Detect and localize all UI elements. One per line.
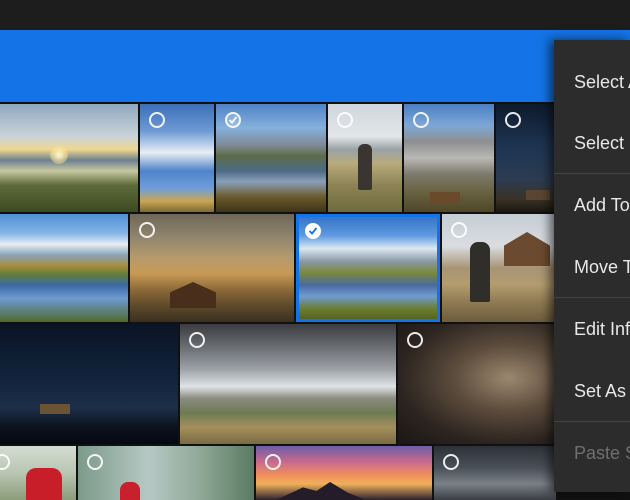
- photo-thumbnail[interactable]: [296, 214, 440, 322]
- photo-thumbnail[interactable]: [140, 104, 214, 212]
- menu-item-move-to[interactable]: Move T: [574, 257, 630, 278]
- menu-divider: [554, 297, 630, 298]
- menu-item-paste-settings: Paste S: [574, 443, 630, 463]
- photo-thumbnail[interactable]: [0, 446, 76, 500]
- photo-thumbnail[interactable]: [442, 214, 556, 322]
- photo-thumbnail[interactable]: [78, 446, 254, 500]
- photo-thumbnail[interactable]: [0, 324, 178, 444]
- select-circle-icon[interactable]: [413, 112, 429, 128]
- select-circle-icon[interactable]: [149, 112, 165, 128]
- photo-thumbnail[interactable]: [398, 324, 556, 444]
- select-circle-icon[interactable]: [451, 222, 467, 238]
- top-toolbar: [0, 0, 630, 30]
- menu-item-set-as[interactable]: Set As: [574, 381, 626, 402]
- select-circle-icon[interactable]: [189, 332, 205, 348]
- menu-item-select-inverse[interactable]: Select I: [574, 133, 630, 154]
- checked-circle-icon[interactable]: [305, 223, 321, 239]
- select-circle-icon[interactable]: [87, 454, 103, 470]
- menu-item-select-all[interactable]: Select A: [574, 72, 630, 93]
- photo-thumbnail[interactable]: [130, 214, 294, 322]
- select-circle-icon[interactable]: [443, 454, 459, 470]
- select-circle-icon[interactable]: [407, 332, 423, 348]
- select-circle-icon[interactable]: [505, 112, 521, 128]
- photo-thumbnail[interactable]: [0, 214, 128, 322]
- select-circle-icon[interactable]: [139, 222, 155, 238]
- menu-item-edit-info[interactable]: Edit Inf: [574, 319, 630, 340]
- photo-thumbnail[interactable]: [0, 104, 138, 212]
- photo-thumbnail[interactable]: [256, 446, 432, 500]
- menu-divider: [554, 421, 630, 422]
- photo-thumbnail[interactable]: [496, 104, 556, 212]
- select-circle-icon[interactable]: [265, 454, 281, 470]
- photo-thumbnail[interactable]: [216, 104, 326, 212]
- select-circle-icon[interactable]: [337, 112, 353, 128]
- photo-thumbnail[interactable]: [180, 324, 396, 444]
- menu-divider: [554, 173, 630, 174]
- context-menu: Select A Select I Add To Move T Edit Inf…: [554, 40, 630, 492]
- photo-thumbnail[interactable]: [404, 104, 494, 212]
- photo-thumbnail[interactable]: [328, 104, 402, 212]
- photo-thumbnail[interactable]: [434, 446, 556, 500]
- selection-header-bar: [0, 30, 630, 102]
- checked-circle-icon[interactable]: [225, 112, 241, 128]
- menu-item-add-to[interactable]: Add To: [574, 195, 630, 216]
